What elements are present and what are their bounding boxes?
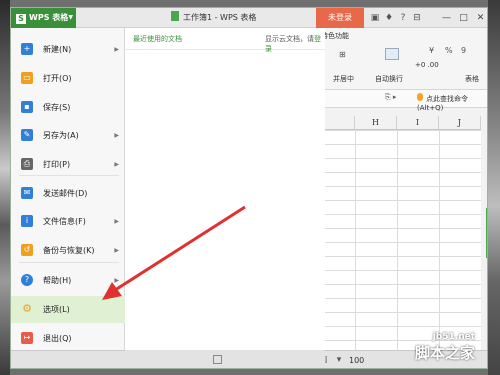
watermark-url: jb51.net [432, 332, 476, 342]
save-icon: ▪ [21, 101, 33, 113]
document-title: 工作簿1 - WPS 表格 [171, 8, 256, 28]
desktop-background-left [0, 0, 10, 375]
help-circle-icon: ? [21, 274, 33, 286]
shirt-icon[interactable]: ♦ [382, 8, 396, 28]
currency-icon[interactable]: ¥ [429, 46, 434, 55]
close-button[interactable]: ✕ [472, 8, 487, 28]
ribbon-toggle-icon[interactable]: ⊟ [410, 8, 424, 28]
cell-grid[interactable] [325, 130, 481, 356]
chevron-right-icon: ▶ [114, 277, 119, 284]
menu-item-backup[interactable]: ↺ 备份与恢复(K) ▶ [11, 237, 125, 264]
spreadsheet-file-icon [171, 11, 179, 21]
chevron-right-icon: ▶ [114, 132, 119, 139]
menu-item-label: 退出(Q) [43, 334, 72, 343]
trash-icon[interactable] [213, 355, 222, 364]
recent-documents-panel: 最近使用的文档 显示云文档，请登录 [125, 28, 325, 350]
bulb-icon [417, 93, 423, 101]
command-search-bar: ⎘ ▸ 点此查找命令 (Alt+Q) [325, 90, 487, 112]
menu-item-label: 保存(S) [43, 103, 71, 112]
minimize-button[interactable]: — [438, 8, 455, 28]
quick-icons: ⎘ ▸ [385, 93, 397, 101]
file-info-icon: i [21, 215, 33, 227]
desktop-background-right [488, 0, 500, 375]
menu-item-label: 新建(N) [43, 45, 72, 54]
login-button[interactable]: 未登录 [316, 8, 364, 28]
doc-title-text: 工作簿1 - WPS 表格 [183, 13, 257, 22]
menu-item-label: 打开(O) [43, 74, 72, 83]
chevron-right-icon: ▶ [114, 46, 119, 53]
menu-item-label: 打印(P) [43, 160, 71, 169]
menu-divider [19, 262, 119, 263]
skin-icon[interactable]: ▣ [368, 8, 382, 28]
exit-icon: ↦ [21, 332, 33, 344]
options-gear-icon: ⚙ [22, 302, 32, 315]
wps-window: S WPS 表格 ▼ 工作簿1 - WPS 表格 未登录 ▣ ♦? ⊟ — □ ✕ 特色功… [10, 7, 488, 369]
menu-item-options[interactable]: ⚙ 选项(L) [11, 296, 125, 323]
cloud-hint: 显示云文档，请登录 [265, 34, 325, 54]
recent-header: 最近使用的文档 显示云文档，请登录 [125, 28, 325, 53]
print-icon: ⎙ [21, 158, 33, 170]
menu-item-send-mail[interactable]: ✉ 发送邮件(D) [11, 180, 125, 207]
scrollbar-indicator[interactable] [486, 208, 487, 258]
cloud-hint-text: 显示云文档，请 [265, 35, 314, 43]
window-controls: — □ ✕ [438, 8, 487, 28]
wps-logo-icon: S [16, 14, 26, 24]
menu-item-label: 另存为(A) [43, 131, 79, 140]
menu-item-label: 文件信息(F) [43, 217, 86, 226]
mail-icon: ✉ [21, 187, 33, 199]
merge-center-label[interactable]: 并居中 [333, 74, 354, 84]
command-search-hint: 点此查找命令 (Alt+Q) [417, 95, 468, 112]
chevron-down-icon: ▼ [68, 14, 73, 21]
menu-item-label: 帮助(H) [43, 276, 72, 285]
menu-bottom-bar [125, 350, 325, 368]
chevron-right-icon: ▶ [114, 161, 119, 168]
backup-icon: ↺ [21, 244, 33, 256]
ribbon: 特色功能 ⊞ ¥ % 9 +0 .00 并居中 自动换行 表格 [321, 28, 487, 90]
menu-divider [19, 175, 119, 176]
menu-item-help[interactable]: ? 帮助(H) ▶ [11, 267, 125, 294]
command-search[interactable]: 点此查找命令 (Alt+Q) [417, 93, 487, 112]
menu-item-new[interactable]: + 新建(N) ▶ [11, 36, 125, 63]
zoom-level[interactable]: 100 [349, 356, 364, 365]
chevron-right-icon: ▶ [114, 218, 119, 225]
wrap-icon[interactable] [385, 48, 399, 60]
recent-title: 最近使用的文档 [133, 35, 182, 43]
column-header-i[interactable]: I [397, 116, 439, 130]
menu-item-label: 选项(L) [43, 305, 70, 314]
auto-wrap-label[interactable]: 自动换行 [375, 74, 403, 84]
watermark-name: 脚本之家 [415, 344, 476, 362]
percent-icon[interactable]: % [445, 46, 453, 55]
column-header-blank [325, 116, 355, 130]
maximize-button[interactable]: □ [455, 8, 472, 28]
watermark: jb51.net 脚本之家 [415, 332, 475, 363]
app-button-label: WPS 表格 [29, 13, 69, 22]
help-icon[interactable]: ? [396, 8, 410, 28]
menu-item-file-info[interactable]: i 文件信息(F) ▶ [11, 208, 125, 235]
menu-item-print[interactable]: ⎙ 打印(P) ▶ [11, 151, 125, 178]
menu-item-label: 发送邮件(D) [43, 189, 88, 198]
menu-item-save-as[interactable]: ✎ 另存为(A) ▶ [11, 122, 125, 149]
title-bar: S WPS 表格 ▼ 工作簿1 - WPS 表格 未登录 ▣ ♦? ⊟ — □ ✕ [11, 8, 487, 28]
menu-item-exit[interactable]: ↦ 退出(Q) [11, 325, 125, 352]
chevron-right-icon: ▶ [114, 247, 119, 254]
merge-icon[interactable]: ⊞ [339, 50, 346, 59]
spreadsheet-grid[interactable]: H I J [325, 116, 481, 356]
menu-item-open[interactable]: ▭ 打开(O) [11, 65, 125, 92]
save-as-icon: ✎ [21, 129, 33, 141]
tab-special-features[interactable]: 特色功能 [321, 31, 349, 41]
titlebar-icons: ▣ ♦? ⊟ [368, 8, 424, 28]
menu-item-label: 备份与恢复(K) [43, 246, 95, 255]
open-icon: ▭ [21, 72, 33, 84]
column-header-h[interactable]: H [355, 116, 397, 130]
zoom-out-icon[interactable]: ▾ [331, 355, 347, 365]
decimal-buttons[interactable]: +0 .00 [415, 61, 439, 69]
file-menu: + 新建(N) ▶ ▭ 打开(O) ▪ 保存(S) ✎ 另存为(A) ▶ ⎙ 打… [11, 28, 125, 350]
comma-icon[interactable]: 9 [461, 46, 466, 55]
menu-item-save[interactable]: ▪ 保存(S) [11, 94, 125, 121]
wps-app-menu-button[interactable]: S WPS 表格 ▼ [11, 8, 76, 28]
table-style-label[interactable]: 表格 [465, 74, 479, 84]
new-icon: + [21, 43, 33, 55]
column-header-j[interactable]: J [439, 116, 481, 130]
